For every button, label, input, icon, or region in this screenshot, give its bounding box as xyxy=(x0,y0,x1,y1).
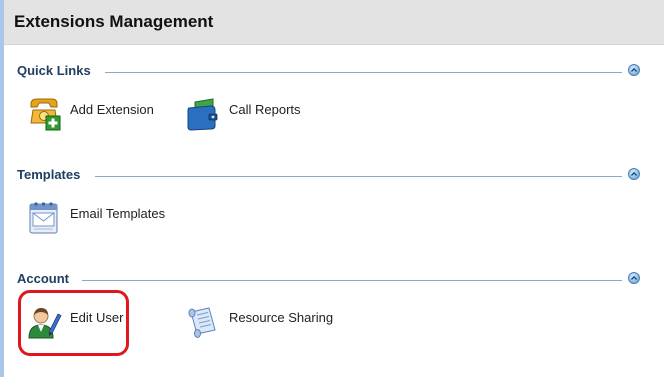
report-binder-icon xyxy=(185,96,221,132)
section-quick-links: Quick Links Add Extension Call Reports xyxy=(4,62,664,166)
section-header: Quick Links xyxy=(4,62,664,82)
section-title: Templates xyxy=(17,167,81,182)
section-divider xyxy=(82,280,622,281)
edit-user-label: Edit User xyxy=(70,310,124,325)
phone-add-icon xyxy=(26,96,62,132)
edit-user-button[interactable]: Edit User xyxy=(26,304,136,340)
extensions-management-panel: Extensions Management Quick Links Add Ex… xyxy=(0,0,664,377)
call-reports-button[interactable]: Call Reports xyxy=(185,96,315,132)
section-title: Account xyxy=(17,271,69,286)
email-templates-label: Email Templates xyxy=(70,206,166,221)
collapse-icon[interactable] xyxy=(628,272,640,284)
section-header: Templates xyxy=(4,166,664,186)
section-account: Account Edit User Resource Sharing xyxy=(4,270,664,374)
add-extension-button[interactable]: Add Extension xyxy=(26,96,166,132)
title-bar: Extensions Management xyxy=(4,0,664,45)
resource-sharing-button[interactable]: Resource Sharing xyxy=(185,304,345,340)
section-divider xyxy=(105,72,622,73)
user-edit-icon xyxy=(26,304,62,340)
email-templates-button[interactable]: Email Templates xyxy=(26,200,176,236)
collapse-icon[interactable] xyxy=(628,64,640,76)
resource-sharing-label: Resource Sharing xyxy=(229,310,334,325)
section-templates: Templates Email Templates xyxy=(4,166,664,270)
section-header: Account xyxy=(4,270,664,290)
scroll-document-icon xyxy=(185,304,221,340)
section-title: Quick Links xyxy=(17,63,91,78)
email-calendar-icon xyxy=(26,200,62,236)
section-divider xyxy=(95,176,622,177)
call-reports-label: Call Reports xyxy=(229,102,301,117)
collapse-icon[interactable] xyxy=(628,168,640,180)
page-title: Extensions Management xyxy=(14,12,214,31)
add-extension-label: Add Extension xyxy=(70,102,154,117)
